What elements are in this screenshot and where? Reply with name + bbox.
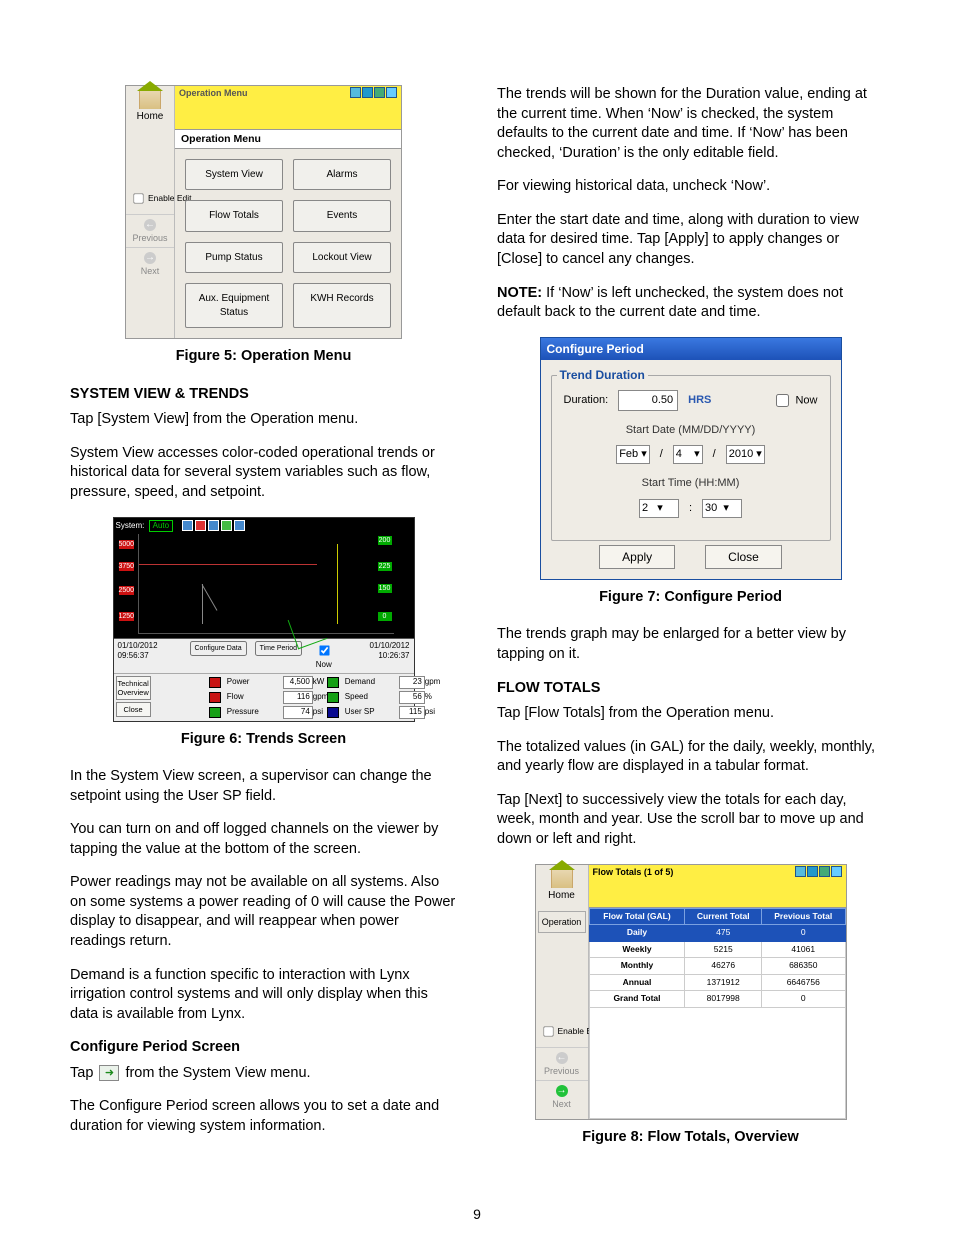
fig5-subheader: Operation Menu [175,130,401,149]
figure-6: System: Auto 5000 3750 2500 1250 200 225… [113,517,415,722]
page-number: 9 [0,1205,954,1254]
btn-lockout[interactable]: Lockout View [293,242,391,274]
para: The totalized values (in GAL) for the da… [497,738,884,777]
time-period-icon [99,1065,119,1081]
start-time: 09:56:37 [118,651,182,662]
fig6-caption: Figure 6: Trends Screen [70,730,457,750]
duration-input[interactable]: 0.50 [618,390,678,411]
close-btn[interactable]: Close [116,702,151,717]
end-time: 10:26:37 [346,651,410,662]
home-label: Home [536,889,588,903]
para: Power readings may not be available on a… [70,873,457,951]
start-date: 01/10/2012 [118,641,182,652]
now-check[interactable] [319,645,329,655]
note: NOTE: If ‘Now’ is left unchecked, the sy… [497,284,884,323]
figure-5: Home Operation Menu Operation Menu Enabl… [125,85,402,339]
fig5-title-icons [349,87,397,128]
btn-events[interactable]: Events [293,200,391,232]
fig7-title: Configure Period [541,338,841,360]
auto-badge: Auto [149,520,173,533]
tech-overview-btn[interactable]: Technical Overview [116,676,151,700]
start-date-label: Start Date (MM/DD/YYYY) [564,423,818,438]
apply-button[interactable]: Apply [599,545,675,569]
fig6-icons [182,520,245,531]
fig5-caption: Figure 5: Operation Menu [70,347,457,367]
min-select[interactable]: 30 ▾ [702,499,742,518]
heading-flow-totals: FLOW TOTALS [497,679,884,699]
btn-alarms[interactable]: Alarms [293,159,391,191]
home-icon [551,869,573,888]
now-checkbox[interactable]: Now [772,391,817,410]
para: Demand is a function specific to interac… [70,966,457,1025]
hrs-label: HRS [688,393,711,408]
home-icon [139,90,161,109]
configure-data-btn[interactable]: Configure Data [190,641,247,656]
para: The trends graph may be enlarged for a b… [497,625,884,664]
figure-7: Configure Period Trend Duration Duration… [540,337,842,580]
para-tap-icon: Tap from the System View menu. [70,1064,457,1084]
fig8-titlebar: Flow Totals (1 of 5) [589,865,846,909]
home-label: Home [126,110,174,124]
para: You can turn on and off logged channels … [70,820,457,859]
duration-label: Duration: [564,393,609,408]
next-button: →Next [126,247,174,280]
fig5-buttons: System View Alarms Flow Totals Events Pu… [175,149,401,339]
para: Tap [System View] from the Operation men… [70,410,457,430]
close-button[interactable]: Close [705,545,782,569]
fig5-titlebar: Operation Menu [175,86,401,130]
para: The Configure Period screen allows you t… [70,1097,457,1136]
btn-flow-totals[interactable]: Flow Totals [185,200,283,232]
fig5-title: Operation Menu [179,87,248,128]
para: System View accesses color-coded operati… [70,444,457,503]
para: In the System View screen, a supervisor … [70,767,457,806]
heading-system-view: SYSTEM VIEW & TRENDS [70,385,457,405]
btn-aux[interactable]: Aux. Equipment Status [185,283,283,328]
btn-pump-status[interactable]: Pump Status [185,242,283,274]
prev-button: ←Previous [126,214,174,247]
heading-configure: Configure Period Screen [70,1038,457,1058]
year-select[interactable]: 2010 ▾ [726,445,765,464]
para: Enter the start date and time, along wit… [497,211,884,270]
para: The trends will be shown for the Duratio… [497,85,884,163]
month-select[interactable]: Feb ▾ [616,445,650,464]
flow-table: Flow Total (GAL)Current TotalPrevious To… [589,908,846,1008]
fig8-caption: Figure 8: Flow Totals, Overview [497,1128,884,1148]
trend-duration-legend: Trend Duration [557,368,648,382]
enable-edit[interactable]: Enable Edit [538,1022,586,1041]
next-button[interactable]: →Next [536,1080,588,1113]
prev-button: ←Previous [536,1047,588,1080]
day-select[interactable]: 4 ▾ [673,445,703,464]
start-time-label: Start Time (HH:MM) [564,476,818,491]
para: Tap [Flow Totals] from the Operation men… [497,704,884,724]
fig7-caption: Figure 7: Configure Period [497,588,884,608]
figure-8: Home Flow Totals (1 of 5) Operation Enab… [535,864,847,1120]
fig8-title: Flow Totals (1 of 5) [593,866,674,907]
operation-button[interactable]: Operation [538,911,586,933]
fig8-title-icons [794,866,842,907]
btn-system-view[interactable]: System View [185,159,283,191]
end-date: 01/10/2012 [346,641,410,652]
sys-label: System: [116,521,145,530]
legend: Power4,500kWDemand23gpmFlow116gpmSpeed56… [153,674,441,720]
hour-select[interactable]: 2 ▾ [639,499,679,518]
btn-kwh[interactable]: KWH Records [293,283,391,328]
para: For viewing historical data, uncheck ‘No… [497,177,884,197]
para: Tap [Next] to successively view the tota… [497,791,884,850]
enable-edit[interactable]: Enable Edit [128,189,172,208]
